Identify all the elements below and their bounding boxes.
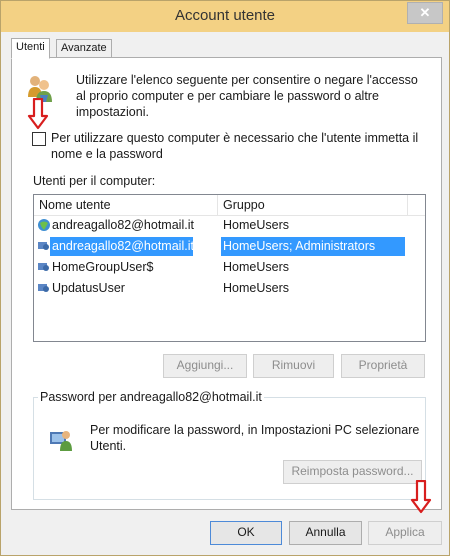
apply-button[interactable]: Applica: [368, 521, 442, 545]
table-row[interactable]: andreagallo82@hotmail.it HomeUsers; Admi…: [34, 237, 425, 256]
user-group: HomeUsers: [223, 281, 289, 295]
remove-user-button[interactable]: Rimuovi: [253, 354, 334, 378]
require-password-checkbox[interactable]: [32, 132, 46, 146]
tab-avanzate[interactable]: Avanzate: [56, 39, 112, 59]
users-list-label: Utenti per il computer:: [33, 174, 156, 188]
table-row[interactable]: UpdatusUser HomeUsers: [34, 279, 425, 298]
user-group: HomeUsers; Administrators: [223, 239, 376, 253]
table-row[interactable]: HomeGroupUser$ HomeUsers: [34, 258, 425, 277]
password-group-text: Per modificare la password, in Impostazi…: [90, 423, 420, 453]
user-name: HomeGroupUser$: [52, 260, 154, 274]
user-properties-button[interactable]: Proprietà: [341, 354, 425, 378]
annotation-arrow-icon: [410, 480, 432, 514]
ok-button[interactable]: OK: [210, 521, 282, 545]
close-button[interactable]: ✕: [407, 2, 443, 24]
cancel-button[interactable]: Annulla: [289, 521, 362, 545]
user-password-icon: [50, 431, 72, 451]
users-list[interactable]: Nome utente Gruppo andreagallo82@hotmail…: [33, 194, 426, 342]
user-icon: [38, 284, 49, 292]
table-row[interactable]: andreagallo82@hotmail.it HomeUsers: [34, 216, 425, 235]
user-icon: [38, 263, 49, 271]
title-bar: Account utente ✕: [1, 1, 449, 32]
intro-text: Utilizzare l'elenco seguente per consent…: [76, 73, 418, 119]
add-user-button[interactable]: Aggiungi...: [163, 354, 247, 378]
users-tab-panel: Utilizzare l'elenco seguente per consent…: [11, 57, 442, 510]
annotation-arrow-icon: [27, 98, 49, 130]
account-dialog: Account utente ✕ Utenti Avanzate Utilizz…: [0, 0, 450, 556]
list-header: Nome utente Gruppo: [34, 195, 425, 216]
online-user-icon: [38, 219, 50, 231]
column-header-name[interactable]: Nome utente: [39, 198, 111, 212]
column-header-group[interactable]: Gruppo: [223, 198, 265, 212]
user-group: HomeUsers: [223, 260, 289, 274]
password-group-title: Password per andreagallo82@hotmail.it: [38, 390, 264, 404]
user-name: UpdatusUser: [52, 281, 125, 295]
require-password-label: Per utilizzare questo computer è necessa…: [51, 131, 419, 161]
user-group: HomeUsers: [223, 218, 289, 232]
password-group: Password per andreagallo82@hotmail.it Pe…: [33, 390, 426, 500]
user-icon: [38, 242, 49, 250]
reset-password-button[interactable]: Reimposta password...: [283, 460, 422, 484]
tab-utenti[interactable]: Utenti: [11, 38, 50, 59]
user-name: andreagallo82@hotmail.it: [52, 239, 194, 253]
window-title: Account utente: [174, 7, 276, 24]
user-name: andreagallo82@hotmail.it: [52, 218, 194, 232]
